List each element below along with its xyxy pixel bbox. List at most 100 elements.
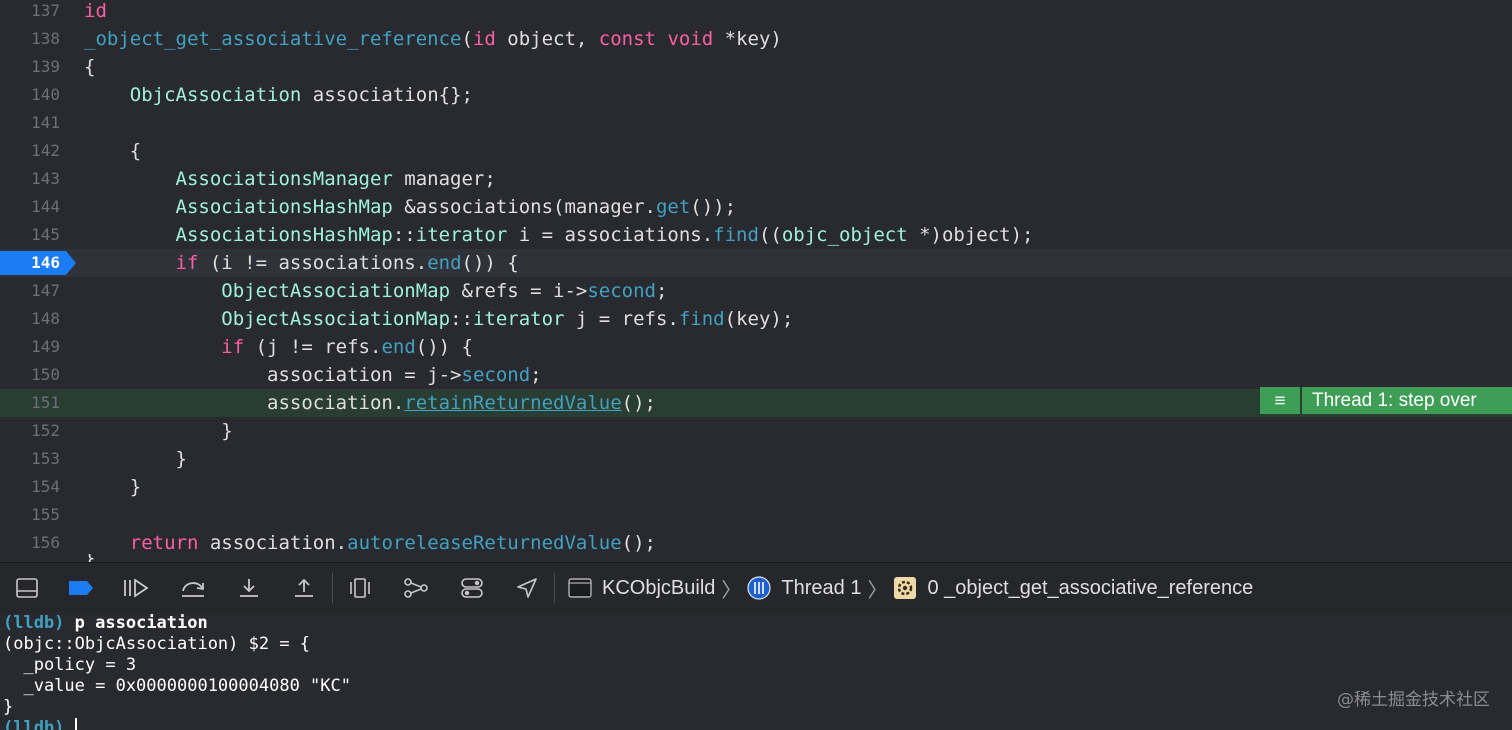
breakpoint-marker[interactable]: 146 [0,251,76,275]
code-text: } [84,473,141,501]
line-number: 147 [31,281,60,300]
watermark-text: @稀土掘金技术社区 [1337,690,1490,710]
code-line[interactable]: 148 ObjectAssociationMap::iterator j = r… [0,305,1512,333]
code-line[interactable]: 141 [0,109,1512,137]
code-line[interactable]: 154 } [0,473,1512,501]
line-number: 154 [31,477,60,496]
code-line[interactable]: 137 id [0,0,1512,25]
code-token: association. [84,392,405,414]
code-line[interactable]: 155 [0,501,1512,529]
step-over-button[interactable] [178,573,208,603]
code-text: return association.autoreleaseReturnedVa… [84,529,656,557]
code-text: ObjectAssociationMap::iterator j = refs.… [84,305,793,333]
line-number: 139 [31,57,60,76]
environment-overrides-button[interactable] [457,573,487,603]
code-token: association = j-> [84,364,462,386]
code-token: ; [530,364,542,386]
crumb-frame[interactable]: 0 _object_get_associative_reference [893,577,1253,600]
code-token: AssociationsHashMap [175,224,393,246]
code-line[interactable]: 145 AssociationsHashMap::iterator i = as… [0,221,1512,249]
code-token: AssociationsHashMap [175,196,393,218]
code-text: { [84,137,141,165]
continue-icon [124,578,149,598]
line-number: 150 [31,365,60,384]
code-line[interactable]: 156 return association.autoreleaseReturn… [0,529,1512,557]
code-token: second [587,280,656,302]
code-line[interactable]: 143 AssociationsManager manager; [0,165,1512,193]
code-token: { [84,140,142,162]
toggle-breakpoints-button[interactable] [66,573,96,603]
code-text: AssociationsManager manager; [84,165,496,193]
code-token: AssociationsManager [175,168,393,190]
step-out-button[interactable] [289,573,319,603]
debug-view-hierarchy-button[interactable] [345,573,375,603]
view-hierarchy-icon [350,578,370,598]
code-token: id [472,28,496,50]
continue-button[interactable] [121,573,151,603]
code-token: ()); [690,196,737,218]
code-token: ObjectAssociationMap [221,308,451,330]
code-text: AssociationsHashMap::iterator i = associ… [84,221,1034,249]
memory-graph-icon [404,578,428,598]
code-line[interactable]: 152 } [0,417,1512,445]
source-editor[interactable]: 137 id 138 _object_get_associative_referenc… [0,0,1512,562]
step-into-button[interactable] [234,573,264,603]
code-token: iterator [472,308,565,330]
code-token: ; [655,280,668,302]
panel-bottom-icon [16,578,38,598]
code-line[interactable]: 149 if (j != refs.end()) { [0,333,1512,361]
lldb-console[interactable]: (lldb) p association (objc::ObjcAssociat… [0,613,1512,730]
code-line[interactable]: 146 if (i != associations.end()) { [0,249,1512,277]
list-icon: ≡ [1260,387,1302,414]
crumb-thread-label: Thread 1 [781,576,862,599]
crumb-thread[interactable]: Thread 1 [747,576,862,600]
code-text: _object_get_associative_reference(id obj… [84,25,782,53]
code-line[interactable]: 147 ObjectAssociationMap &refs = i->seco… [0,277,1512,305]
code-token: autoreleaseReturnedValue [347,532,622,554]
code-token: const [598,28,656,50]
crumb-frame-label: 0 _object_get_associative_reference [927,576,1254,599]
code-line[interactable]: 140 ObjcAssociation association{}; [0,81,1512,109]
simulate-location-button[interactable] [512,573,542,603]
code-text: AssociationsHashMap &associations(manage… [84,193,737,221]
line-number: 138 [31,29,60,48]
code-line[interactable]: 139 { [0,53,1512,81]
code-line[interactable]: 153 } [0,445,1512,473]
code-line[interactable]: 142 { [0,137,1512,165]
line-number: 137 [31,1,60,20]
line-number: 152 [31,421,60,440]
code-token: ( [461,28,473,50]
code-token: :: [450,308,473,330]
crumb-target[interactable]: KCObjcBuild [568,577,715,600]
debug-bar: KCObjcBuild 〉 Thread 1 〉 0 _object_get_a… [0,562,1512,614]
code-token: (( [758,224,782,246]
step-into-icon [240,579,258,597]
code-token: end [427,252,462,274]
console-input-line[interactable]: (lldb) [0,718,1512,730]
code-line[interactable]: 144 AssociationsHashMap &associations(ma… [0,193,1512,221]
line-number: 146 [31,253,60,272]
code-token: id [84,0,107,22]
code-token: } [84,420,233,442]
code-token: association. [198,532,348,554]
code-token: i = associations. [507,224,714,246]
code-line[interactable]: 150 association = j->second; [0,361,1512,389]
code-token: (); [621,392,656,414]
thread-step-marker[interactable]: ≡ Thread 1: step over [1260,387,1512,414]
toggles-icon [461,578,483,598]
code-text: { [84,53,95,81]
code-token: if [175,252,199,274]
debug-memory-graph-button[interactable] [401,573,431,603]
code-line[interactable]: 138 _object_get_associative_reference(id … [0,25,1512,53]
toolbar-separator [332,573,333,603]
location-icon [517,578,537,598]
line-number: 144 [31,197,60,216]
hide-debug-area-button[interactable] [12,573,42,603]
code-token: association{}; [301,84,473,106]
